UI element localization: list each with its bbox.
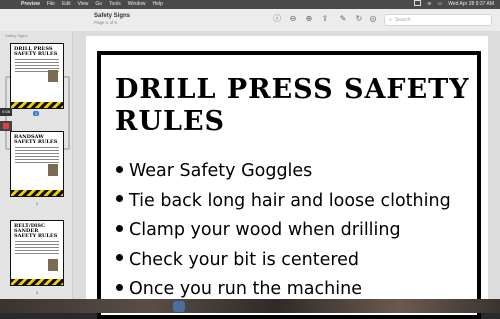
sander-image — [48, 259, 58, 271]
hazard-stripe — [11, 102, 63, 108]
dock-app-icon[interactable] — [173, 301, 185, 312]
poster-title: DRILL PRESS SAFETY RULES — [115, 74, 470, 137]
thumbnail-title: BANDSAW SAFETY RULES — [14, 134, 58, 145]
menu-file[interactable]: File — [47, 0, 55, 9]
zoom-out-icon[interactable]: ⊖ — [288, 14, 298, 24]
menu-help[interactable]: Help — [153, 0, 163, 9]
rule-item: Tie back long hair and loose clothing — [116, 187, 477, 217]
drill-press-image — [48, 70, 58, 82]
thumbnail-page-2[interactable]: BANDSAW SAFETY RULES — [10, 131, 64, 197]
rules-list: Wear Safety Goggles Tie back long hair a… — [116, 157, 477, 305]
menu-edit[interactable]: Edit — [62, 0, 71, 9]
stop-icon — [3, 123, 9, 129]
hazard-stripe — [11, 279, 63, 285]
thumbnail-title: DRILL PRESS SAFETY RULES — [14, 46, 58, 57]
recording-timer: 0:08 — [0, 108, 12, 116]
menu-bar: Preview File Edit View Go Tools Window H… — [0, 0, 500, 9]
thumbnail-page-1[interactable]: DRILL PRESS SAFETY RULES — [10, 43, 64, 109]
zoom-in-icon[interactable]: ⊕ — [304, 14, 314, 24]
share-icon[interactable]: ⇪ — [320, 14, 330, 24]
menu-tools[interactable]: Tools — [109, 0, 121, 9]
document-area[interactable]: DRILL PRESS SAFETY RULES Wear Safety Gog… — [73, 31, 500, 319]
search-icon: ⌕ — [389, 17, 392, 23]
sidebar-label: Safety Signs — [5, 33, 28, 38]
dock — [0, 299, 500, 313]
safety-poster: DRILL PRESS SAFETY RULES Wear Safety Gog… — [97, 51, 481, 319]
thumbnail-page-3[interactable]: BELT/DISC SANDER SAFETY RULES — [10, 220, 64, 286]
battery-icon[interactable]: ▭ — [437, 0, 442, 9]
clock[interactable]: Wed Apr 28 9:37 AM — [448, 0, 494, 9]
page-number-2: 2 — [36, 201, 39, 206]
page-number-1: 1 — [33, 111, 40, 116]
window-title: Safety Signs — [94, 13, 131, 19]
thumbnail-title: BELT/DISC SANDER SAFETY RULES — [14, 223, 58, 239]
bandsaw-image — [48, 164, 58, 176]
window-toolbar: Safety Signs Page 1 of 6 ⓘ ⊖ ⊕ ⇪ ✎ ↻ ◎ ⌕… — [0, 9, 500, 32]
rotate-icon[interactable]: ↻ — [354, 14, 364, 24]
hazard-stripe — [11, 190, 63, 196]
markup-pen-icon[interactable]: ✎ — [338, 14, 348, 24]
rule-item: Wear Safety Goggles — [116, 157, 477, 187]
info-icon[interactable]: ⓘ — [272, 14, 282, 24]
wifi-icon[interactable]: ≋ — [427, 0, 431, 9]
stop-recording-button[interactable] — [0, 121, 12, 131]
menu-view[interactable]: View — [78, 0, 89, 9]
document-page: DRILL PRESS SAFETY RULES Wear Safety Gog… — [86, 36, 488, 319]
rule-item: Check your bit is centered — [116, 246, 477, 276]
annotate-icon[interactable]: ◎ — [368, 14, 378, 24]
page-number-3: 3 — [36, 290, 39, 295]
search-input[interactable]: ⌕ Search — [384, 14, 492, 26]
search-placeholder: Search — [394, 17, 411, 23]
menu-app-name[interactable]: Preview — [21, 0, 40, 9]
rule-item: Clamp your wood when drilling — [116, 216, 477, 246]
page-count: Page 1 of 6 — [94, 20, 118, 25]
menu-window[interactable]: Window — [128, 0, 146, 9]
menu-go[interactable]: Go — [95, 0, 102, 9]
thumbnail-sidebar: Safety Signs DRILL PRESS SAFETY RULES 1 … — [0, 31, 73, 301]
